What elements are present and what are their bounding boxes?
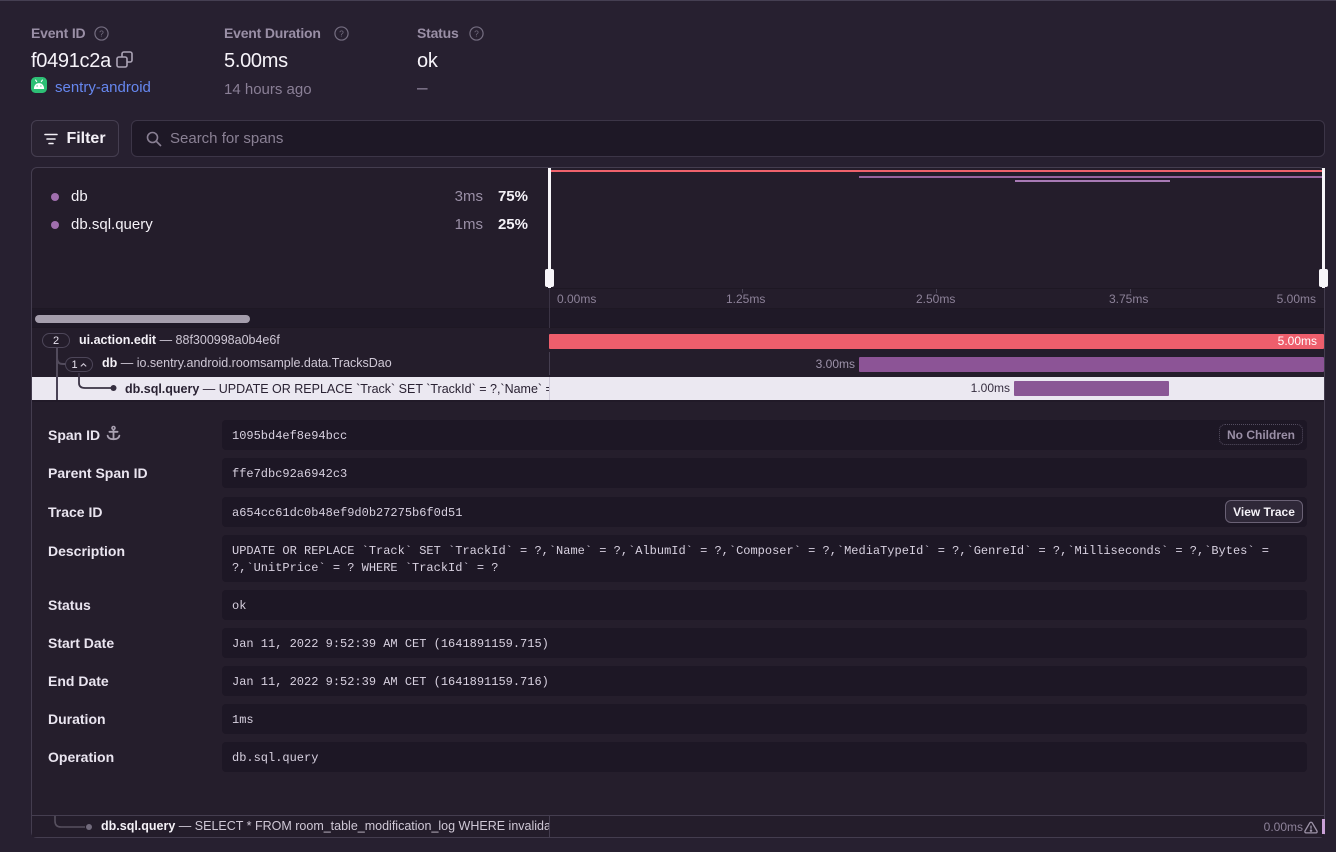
svg-text:?: ? (99, 29, 104, 39)
svg-text:?: ? (474, 29, 479, 39)
svg-text:?: ? (339, 29, 344, 39)
